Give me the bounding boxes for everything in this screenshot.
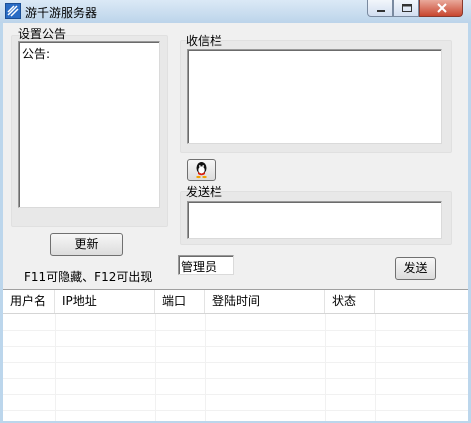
sender-name-field[interactable]: 管理员: [178, 255, 234, 275]
maximize-icon: [402, 4, 412, 12]
update-button[interactable]: 更新: [50, 233, 123, 256]
app-window: 游千游服务器 设置公告 公告: 更新 F11可隐藏、F12可出现 收信栏 发送栏…: [0, 0, 471, 423]
qq-penguin-icon: [196, 162, 207, 179]
column-header-port[interactable]: 端口: [155, 290, 205, 313]
inbox-textarea[interactable]: [187, 49, 442, 144]
announcement-textarea[interactable]: 公告:: [18, 41, 160, 208]
table-row: [3, 346, 468, 347]
column-header-ip[interactable]: IP地址: [55, 290, 155, 313]
column-header-username[interactable]: 用户名: [3, 290, 55, 313]
announcement-group-label: 设置公告: [18, 27, 67, 41]
minimize-button[interactable]: [367, 0, 393, 17]
app-icon: [5, 3, 21, 19]
minimize-icon: [377, 10, 385, 12]
announcement-text: 公告:: [22, 47, 51, 61]
title-bar[interactable]: 游千游服务器: [0, 0, 471, 23]
table-row: [3, 330, 468, 331]
qq-button[interactable]: [187, 159, 216, 181]
table-row: [3, 362, 468, 363]
window-title: 游千游服务器: [25, 6, 98, 20]
table-header: 用户名 IP地址 端口 登陆时间 状态: [3, 290, 468, 314]
table-row: [3, 394, 468, 395]
column-header-status[interactable]: 状态: [325, 290, 375, 313]
close-button[interactable]: [419, 0, 463, 17]
column-header-login-time[interactable]: 登陆时间: [205, 290, 325, 313]
send-group-label: 发送栏: [186, 185, 223, 199]
send-textarea[interactable]: [187, 201, 442, 239]
hotkey-hint: F11可隐藏、F12可出现: [24, 270, 153, 284]
table-row: [3, 378, 468, 379]
close-icon: [437, 3, 447, 13]
table-row: [3, 410, 468, 411]
inbox-group-label: 收信栏: [186, 34, 223, 48]
send-button[interactable]: 发送: [395, 257, 436, 280]
client-area: 设置公告 公告: 更新 F11可隐藏、F12可出现 收信栏 发送栏 管理员 发送…: [3, 23, 468, 421]
sender-name-value: 管理员: [181, 260, 218, 274]
maximize-button[interactable]: [393, 0, 419, 17]
user-list-table[interactable]: 用户名 IP地址 端口 登陆时间 状态: [3, 289, 468, 421]
